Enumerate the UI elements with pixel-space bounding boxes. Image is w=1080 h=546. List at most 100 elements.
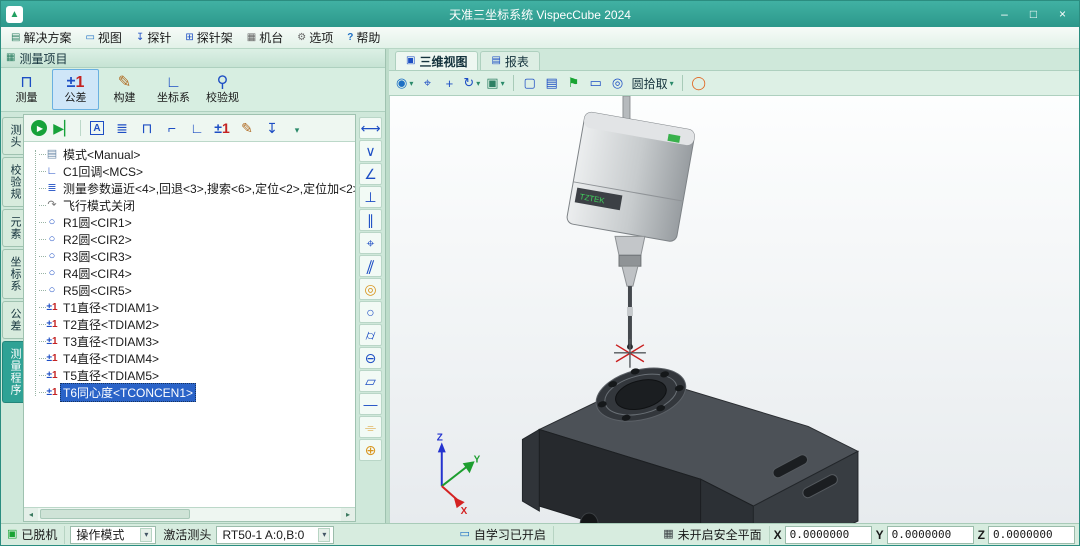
gdt-angularity-button[interactable]: ∥	[359, 255, 382, 277]
tree-item[interactable]: ±1T6同心度<TCONCEN1>	[28, 384, 355, 401]
axis-z-label: Z	[437, 432, 443, 443]
angularity-icon: ∥	[364, 258, 377, 275]
tree-item[interactable]: ±1T3直径<TDIAM3>	[28, 333, 355, 350]
program-tree: ▤模式<Manual>∟C1回调<MCS>≣测量参数逼近<4>,回退<3>,搜索…	[24, 142, 355, 507]
tree-item[interactable]: ↷飞行模式关闭	[28, 197, 355, 214]
menu-item-5[interactable]: ⚙选项	[290, 27, 340, 48]
active-probe-select[interactable]: RT50-1 A:0,B:0 ▾	[216, 526, 334, 544]
corner-icon: ⌐	[168, 120, 176, 136]
gdt-distance-button[interactable]: ⟷	[359, 117, 382, 139]
tree-item[interactable]: ○R4圆<CIR4>	[28, 265, 355, 282]
gdt-position-button[interactable]: ⌖	[359, 232, 382, 254]
ribbon-measure-button[interactable]: ⊓测量	[3, 69, 50, 110]
gdt-angle-button[interactable]: ∠	[359, 163, 382, 185]
gdt-true-position-button[interactable]: ⊕	[359, 439, 382, 461]
active-probe-caption: 激活测头	[161, 526, 211, 544]
stop-icon: ◯	[691, 75, 706, 91]
menu-item-1[interactable]: ▭视图	[78, 27, 128, 48]
gdt-angle-between-button[interactable]: ∨	[359, 140, 382, 162]
iso-view-button[interactable]: ▣▾	[484, 73, 506, 93]
tree-item[interactable]: ±1T2直径<TDIAM2>	[28, 316, 355, 333]
view-eye-button[interactable]: ◉▾	[394, 73, 415, 93]
gdt-flatness-button[interactable]: ▱	[359, 370, 382, 392]
probe-button[interactable]: ↧	[261, 117, 283, 139]
gdt-parallelism-button[interactable]: ∥	[359, 209, 382, 231]
tree-item[interactable]: ○R3圆<CIR3>	[28, 248, 355, 265]
text-label-button[interactable]: A	[86, 117, 108, 139]
scrollbar-track[interactable]	[38, 508, 341, 521]
ribbon-gauge-button[interactable]: ⚲校验规	[199, 69, 246, 110]
circle-icon: ○	[44, 251, 60, 262]
menu-item-6[interactable]: ?帮助	[340, 27, 387, 48]
zoom-window-button[interactable]: ▢	[520, 73, 540, 93]
calipers-icon: ⊓	[142, 120, 153, 137]
rotate-button[interactable]: ↻▾	[461, 73, 482, 93]
flag-button[interactable]: ⚑	[564, 73, 584, 93]
gdt-symmetry-button[interactable]: ⌯	[359, 416, 382, 438]
menu-item-2[interactable]: ↧探针	[129, 27, 178, 48]
minimize-button[interactable]: –	[990, 3, 1019, 25]
circle-pick-button[interactable]: 圆拾取▾	[630, 73, 676, 93]
measure-parameters-button[interactable]: ≣	[111, 117, 133, 139]
side-tab-4[interactable]: 坐标系	[2, 249, 23, 299]
tree-item[interactable]: ∟C1回调<MCS>	[28, 163, 355, 180]
tree-horizontal-scrollbar[interactable]: ◂ ▸	[24, 507, 355, 521]
ribbon-tolerance-button[interactable]: ±1公差	[52, 69, 99, 110]
labels-button[interactable]: ▤	[542, 73, 562, 93]
side-tab-5[interactable]: 公差	[2, 301, 23, 339]
close-button[interactable]: ×	[1048, 3, 1077, 25]
tree-item[interactable]: ±1T1直径<TDIAM1>	[28, 299, 355, 316]
tree-item[interactable]: ○R5圆<CIR5>	[28, 282, 355, 299]
scroll-left-button[interactable]: ◂	[24, 508, 38, 521]
step-run-button[interactable]: ▶▏	[53, 117, 75, 139]
tree-item[interactable]: ○R1圆<CIR1>	[28, 214, 355, 231]
scroll-right-button[interactable]: ▸	[341, 508, 355, 521]
coordinate-system-button[interactable]: ∟	[186, 117, 208, 139]
concentricity-icon: ◎	[364, 281, 376, 298]
side-tab-6[interactable]: 测量程序	[2, 341, 23, 403]
stop-button[interactable]: ◯	[689, 73, 709, 93]
tolerance-button[interactable]: ±1	[211, 117, 233, 139]
coord-value: 0.0000000	[988, 526, 1075, 544]
construct-button[interactable]: ✎	[236, 117, 258, 139]
3d-viewport[interactable]: TZTEK	[389, 96, 1079, 523]
measure-button[interactable]: ⊓	[136, 117, 158, 139]
screen-button[interactable]: ▭	[586, 73, 606, 93]
tree-item[interactable]: ±1T5直径<TDIAM5>	[28, 367, 355, 384]
side-tab-3[interactable]: 元素	[2, 209, 23, 247]
status-right-group: ▦ 未开启安全平面 X0.0000000Y0.0000000Z0.0000000	[661, 526, 1075, 544]
gdt-profile-button[interactable]: ⊖	[359, 347, 382, 369]
gdt-straightness-button[interactable]: —	[359, 393, 382, 415]
menu-item-4[interactable]: ▦机台	[240, 27, 290, 48]
run-program-button[interactable]: ▶	[28, 117, 50, 139]
side-tab-2[interactable]: 校验规	[2, 157, 23, 207]
axis-y-label: Y	[474, 454, 481, 465]
tab-3d-view[interactable]: ▣三维视图	[395, 51, 478, 70]
scrollbar-thumb[interactable]	[40, 509, 190, 519]
panel-title: 测量项目	[19, 50, 67, 67]
tree-item[interactable]: ▤模式<Manual>	[28, 146, 355, 163]
window-controls: – □ ×	[990, 3, 1077, 25]
pan-button[interactable]: +	[439, 73, 459, 93]
probe-locate-button[interactable]: ⌖	[417, 73, 437, 93]
tab-report[interactable]: ▤报表	[480, 51, 539, 70]
target-icon: ◎	[612, 75, 623, 91]
more-button[interactable]: ▾	[286, 117, 308, 139]
corner-point-button[interactable]: ⌐	[161, 117, 183, 139]
menu-item-3[interactable]: ⊞探针架	[178, 27, 239, 48]
ribbon-coordinate-system-button[interactable]: ∟坐标系	[150, 69, 197, 110]
menu-item-label: 选项	[309, 29, 333, 46]
gdt-circularity-button[interactable]: ○	[359, 301, 382, 323]
menu-item-0[interactable]: ▤解决方案	[4, 27, 78, 48]
side-tab-1[interactable]: 测头	[2, 117, 23, 155]
target-button[interactable]: ◎	[608, 73, 628, 93]
gdt-cylindricity-button[interactable]: ⌭	[359, 324, 382, 346]
gdt-concentricity-button[interactable]: ◎	[359, 278, 382, 300]
tree-item[interactable]: ≣测量参数逼近<4>,回退<3>,搜索<6>,定位<2>,定位加<2>,测	[28, 180, 355, 197]
tree-item[interactable]: ±1T4直径<TDIAM4>	[28, 350, 355, 367]
operation-mode-select[interactable]: 操作模式 ▾	[70, 526, 156, 544]
gdt-perpendicularity-button[interactable]: ⊥	[359, 186, 382, 208]
ribbon-construct-button[interactable]: ✎构建	[101, 69, 148, 110]
maximize-button[interactable]: □	[1019, 3, 1048, 25]
tree-item[interactable]: ○R2圆<CIR2>	[28, 231, 355, 248]
